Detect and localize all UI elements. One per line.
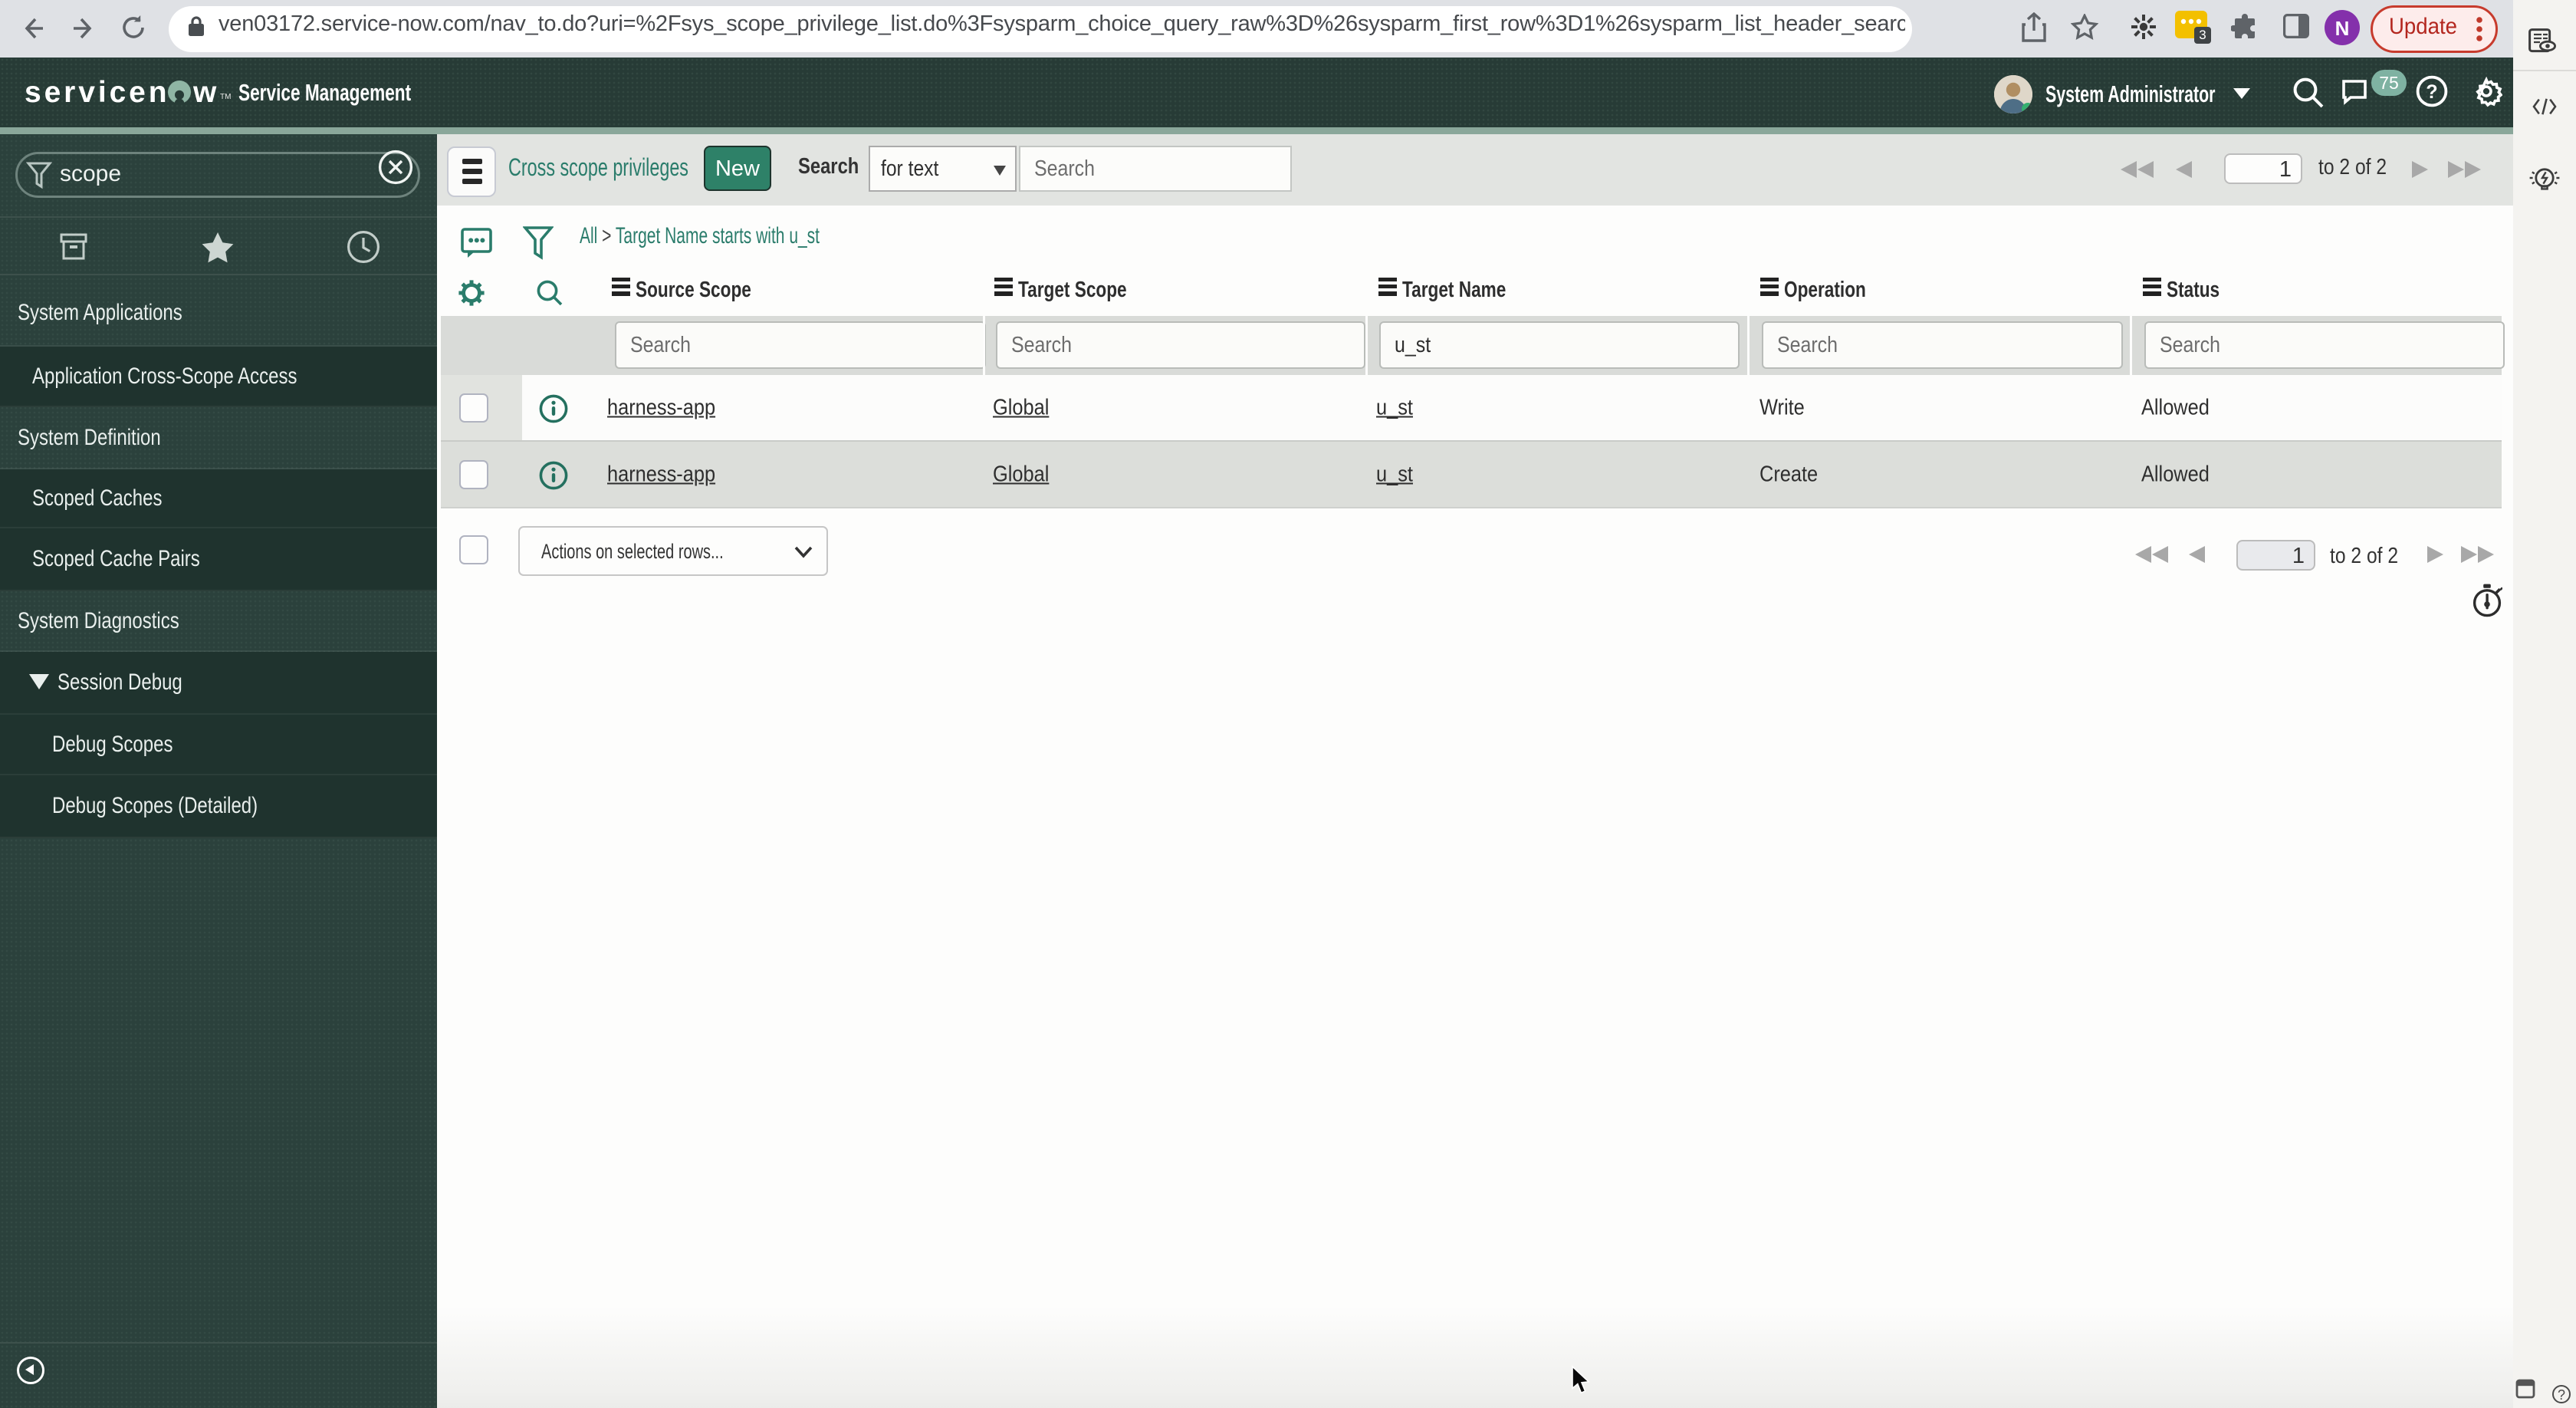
svg-text:?: ? [2426,81,2437,103]
